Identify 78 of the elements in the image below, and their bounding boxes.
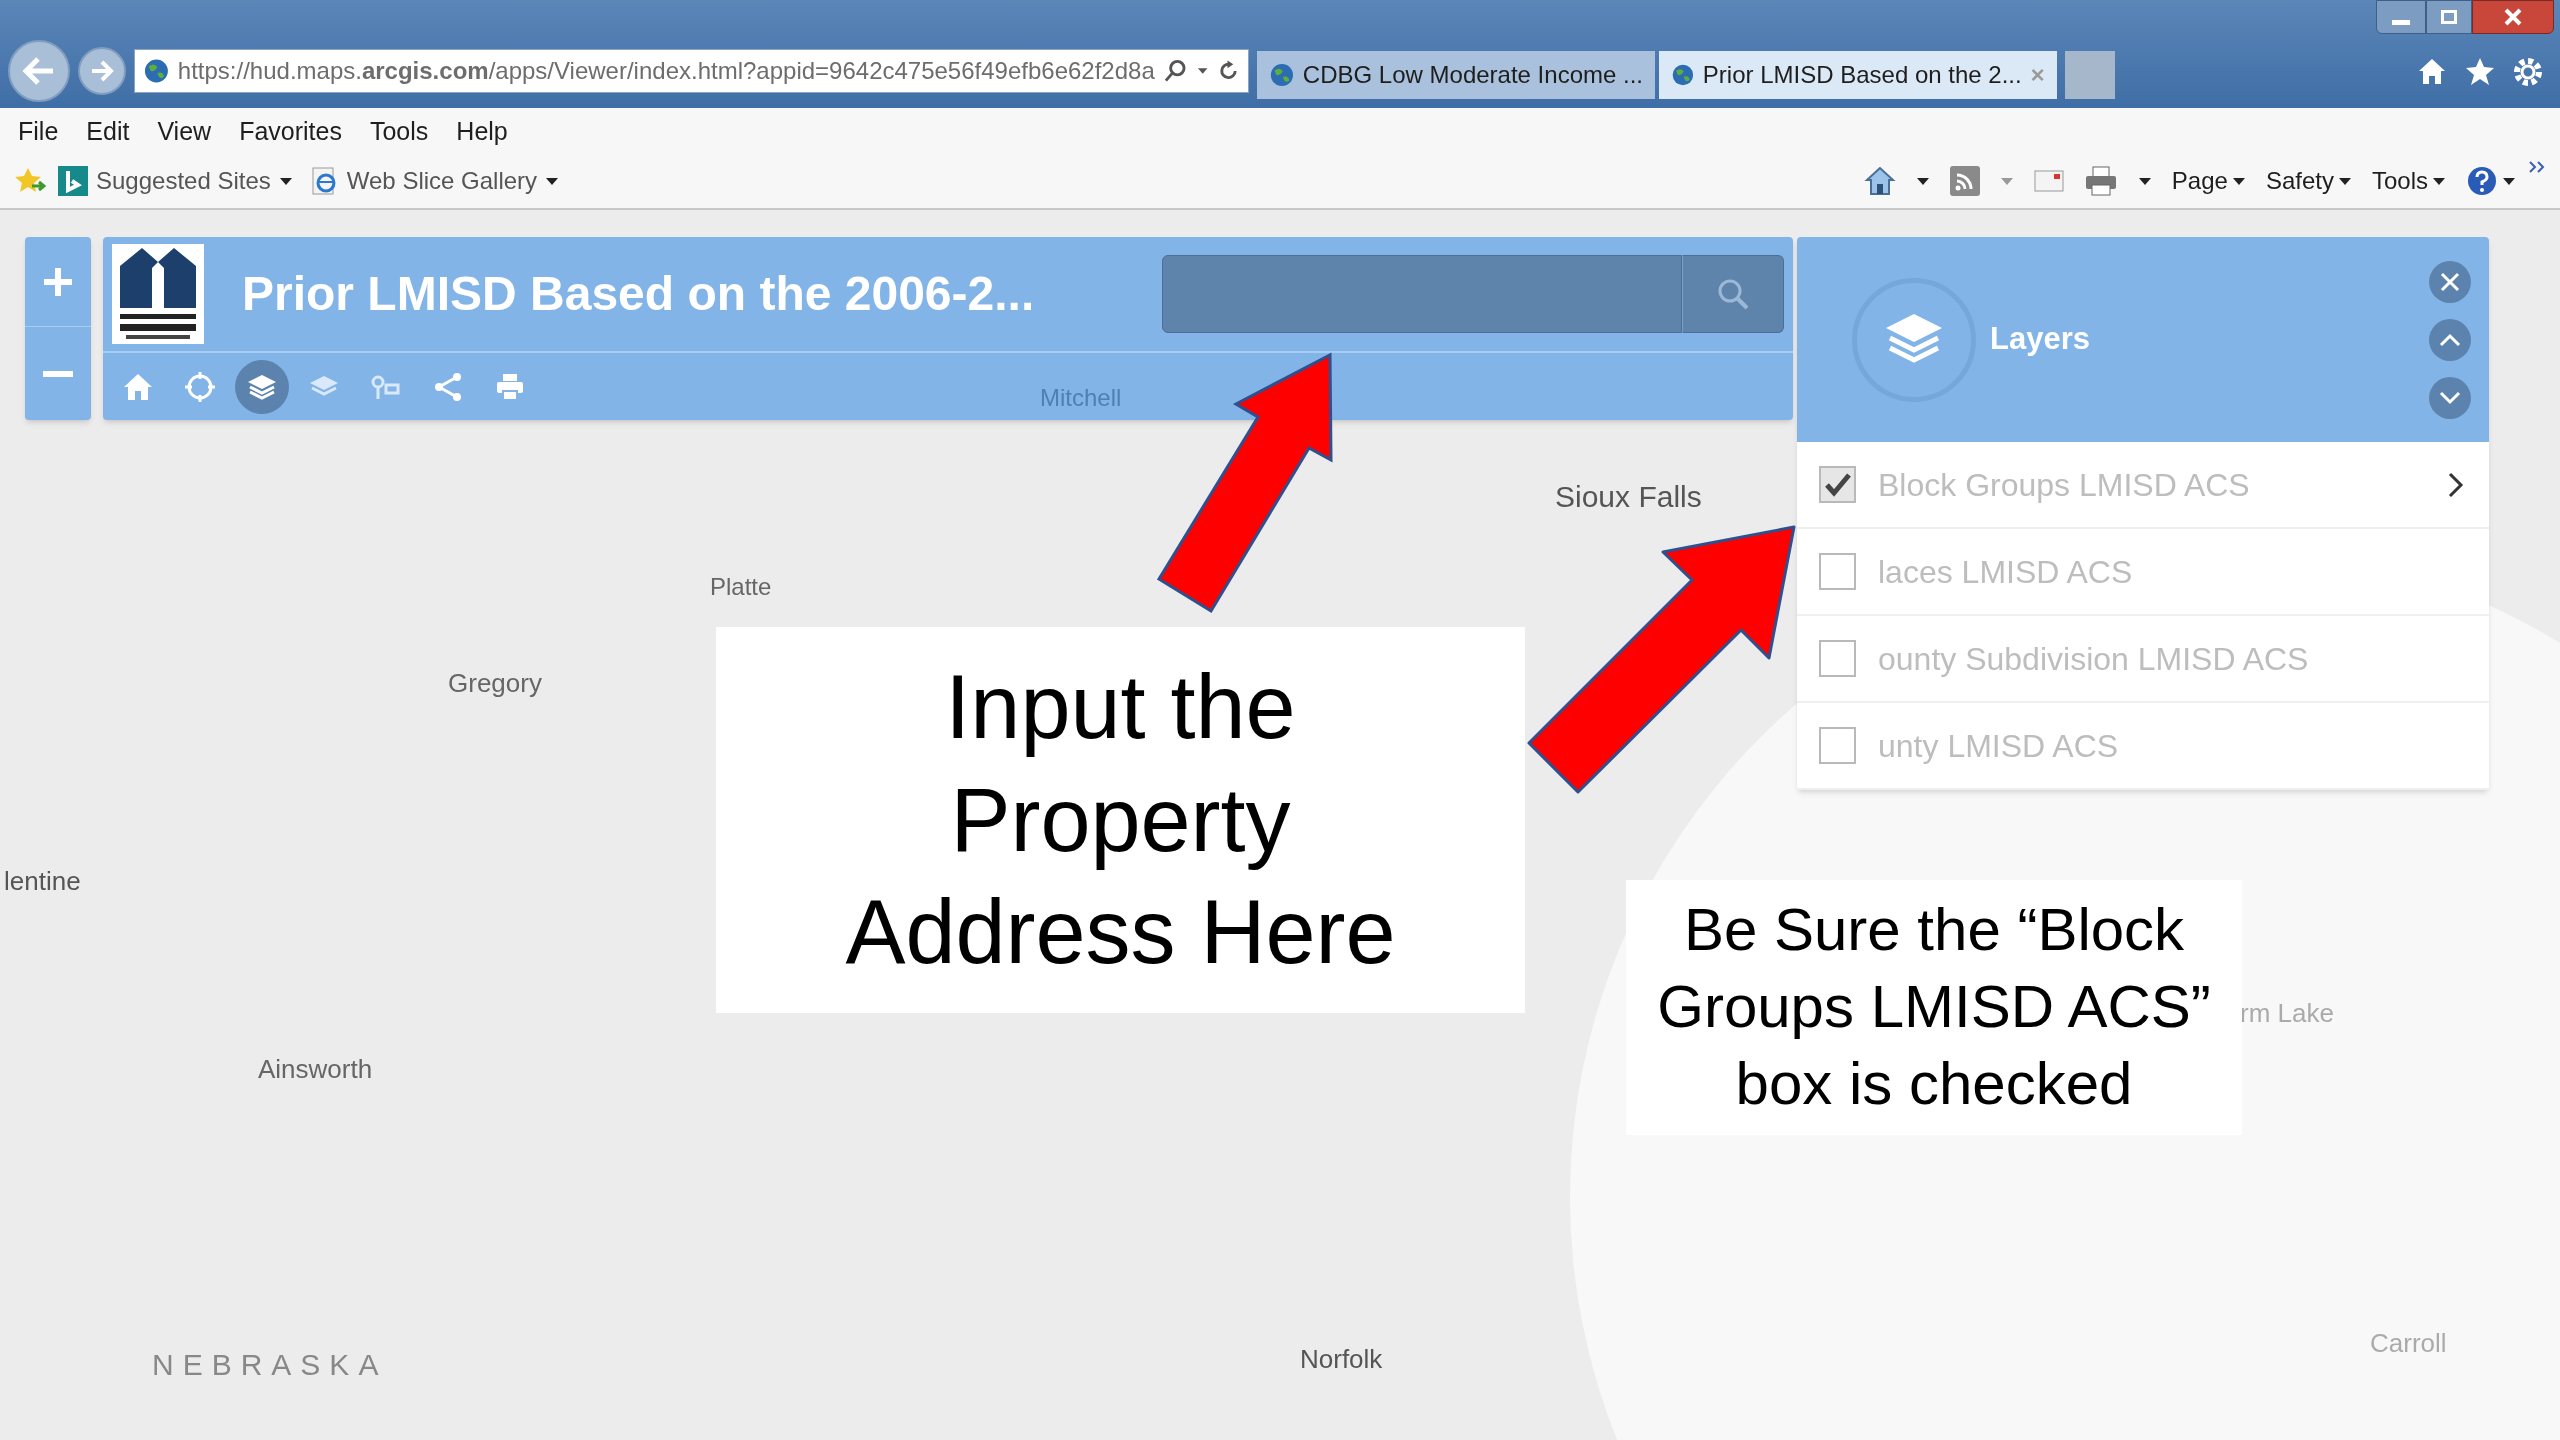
- map-label: rm Lake: [2240, 997, 2334, 1030]
- forward-button[interactable]: [78, 47, 126, 95]
- back-arrow-icon: [22, 56, 56, 86]
- map-label: Norfolk: [1300, 1343, 1383, 1376]
- globe-icon: [1269, 61, 1295, 89]
- caret-icon: [2337, 176, 2352, 186]
- expand-button[interactable]: [2429, 376, 2471, 419]
- layers-title: Layers: [1990, 320, 2090, 359]
- feed-icon[interactable]: [1949, 166, 1980, 196]
- layer-checkbox[interactable]: [1819, 553, 1856, 590]
- caret-icon: [1915, 176, 1930, 186]
- layer-label: ounty Subdivision LMISD ACS: [1878, 639, 2310, 679]
- map-label: lentine: [4, 865, 81, 898]
- search-icon[interactable]: [1162, 58, 1188, 84]
- caret-icon: [2502, 176, 2516, 186]
- app-title: Prior LMISD Based on the 2006-2...: [242, 266, 1035, 322]
- home-icon[interactable]: [1863, 165, 1896, 197]
- collapse-button[interactable]: [2429, 318, 2471, 361]
- caret-icon: [1999, 176, 2014, 186]
- toolbar-button[interactable]: [235, 359, 289, 414]
- menu-item[interactable]: Edit: [82, 113, 134, 151]
- chevron-up-icon: [2439, 332, 2461, 347]
- map-label: Carroll: [2370, 1327, 2447, 1360]
- minimize-button[interactable]: [2376, 0, 2426, 34]
- chevron-right-icon[interactable]: [2447, 470, 2465, 499]
- search-button[interactable]: [1682, 255, 1784, 333]
- caret-icon: [278, 176, 293, 186]
- url-text: https://hud.maps.arcgis.com/apps/Viewer/index.html?appid=9642c475e56f49efb6e62f2d8a: [177, 56, 1155, 86]
- mail-icon[interactable]: [2033, 169, 2064, 193]
- menu-item[interactable]: Help: [452, 113, 512, 151]
- check-icon: [1823, 471, 1852, 498]
- print-icon[interactable]: [2083, 165, 2118, 197]
- layer-checkbox[interactable]: [1819, 466, 1856, 503]
- map-label: Sioux Falls: [1555, 479, 1702, 515]
- settings-icon[interactable]: [2512, 56, 2544, 88]
- close-tab-icon[interactable]: [2029, 66, 2045, 84]
- command-menu[interactable]: Safety: [2265, 163, 2352, 199]
- layer-checkbox[interactable]: [1819, 640, 1856, 677]
- minus-icon: [41, 369, 75, 378]
- menu-item[interactable]: View: [153, 113, 216, 151]
- favorites-link[interactable]: Suggested Sites: [58, 163, 293, 199]
- map-label: NEBRASKA: [152, 1347, 388, 1383]
- address-bar[interactable]: https://hud.maps.arcgis.com/apps/Viewer/index.html?appid=9642c475e56f49efb6e62f2d8a: [134, 49, 1249, 93]
- close-icon: [2440, 271, 2460, 292]
- command-menu[interactable]: Tools: [2371, 163, 2446, 199]
- forward-arrow-icon: [90, 60, 114, 82]
- star-icon[interactable]: [2464, 56, 2496, 86]
- menu-item[interactable]: Tools: [365, 113, 433, 151]
- close-button[interactable]: [2472, 0, 2554, 34]
- close-icon: [2503, 8, 2523, 26]
- menu-item[interactable]: File: [14, 113, 63, 151]
- browser-tab[interactable]: Prior LMISD Based on the 2...: [1659, 51, 2057, 99]
- b-logo-icon: [58, 166, 88, 196]
- favorites-link[interactable]: Web Slice Gallery: [308, 163, 560, 199]
- callout-text: Input the Property Address Here: [844, 656, 1397, 985]
- chevron-icon[interactable]: [2528, 160, 2546, 174]
- restore-button[interactable]: [2426, 0, 2472, 34]
- map-label: Gregory: [448, 667, 542, 700]
- chevron-down-icon: [2439, 390, 2461, 405]
- layer-checkbox[interactable]: [1819, 727, 1856, 764]
- map-label: Ainsworth: [258, 1053, 373, 1086]
- layer-label: Block Groups LMISD ACS: [1878, 465, 2251, 505]
- caret-icon[interactable]: [1195, 66, 1210, 76]
- crosshair-icon: [182, 370, 218, 403]
- globe-icon: [143, 57, 170, 85]
- caret-icon: [2231, 176, 2246, 186]
- help-icon[interactable]: [2466, 165, 2498, 197]
- command-menu[interactable]: Page: [2171, 163, 2246, 199]
- layer-label: laces LMISD ACS: [1878, 552, 2134, 592]
- callout-text: Be Sure the “Block Groups LMISD ACS” box is checked: [1656, 895, 2212, 1119]
- map-label: Platte: [710, 572, 772, 602]
- caret-icon: [545, 176, 560, 186]
- browser-tab[interactable]: CDBG Low Moderate Income ...: [1257, 51, 1655, 99]
- caret-icon: [2432, 176, 2446, 186]
- caret-icon: [2137, 176, 2152, 186]
- menu-item[interactable]: Favorites: [235, 113, 346, 151]
- search-field[interactable]: [1162, 255, 1682, 333]
- layer-label: unty LMISD ACS: [1878, 726, 2120, 766]
